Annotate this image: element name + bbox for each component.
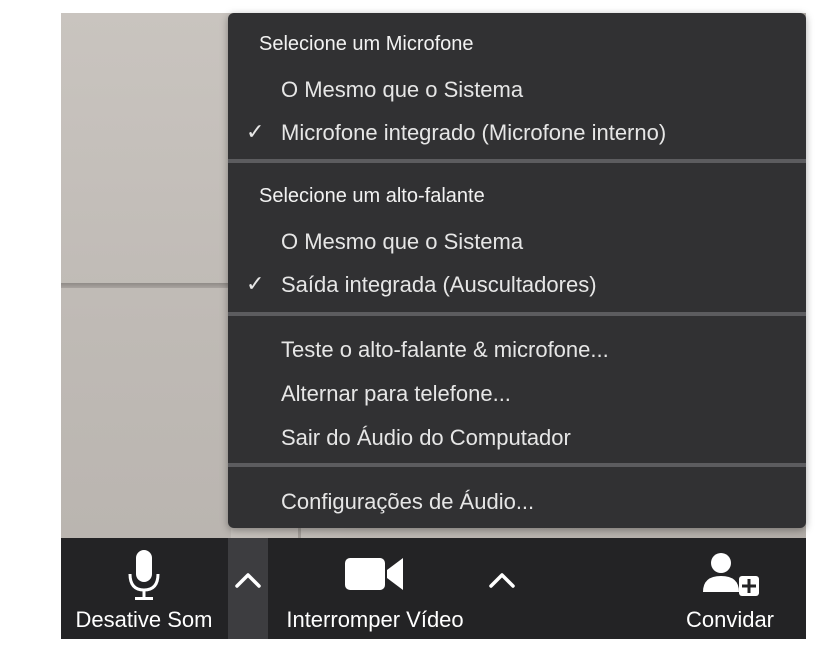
invite-label: Convidar — [685, 607, 775, 632]
audio-options-toggle[interactable] — [228, 538, 268, 639]
add-user-icon — [703, 553, 759, 596]
menu-separator — [228, 463, 806, 467]
stop-video-button[interactable]: Interromper Vídeo — [269, 538, 481, 639]
checkmark-icon: ✓ — [246, 119, 265, 144]
menu-item-leave-computer-audio[interactable]: Sair do Áudio do Computador — [281, 425, 571, 451]
invite-button[interactable]: Convidar — [671, 538, 789, 639]
video-label: Interromper Vídeo — [286, 607, 464, 632]
speaker-section-header: Selecione um alto-falante — [259, 185, 485, 207]
video-background-left — [61, 13, 231, 538]
microphone-icon — [128, 550, 160, 600]
chevron-up-icon — [235, 573, 261, 588]
menu-item-mic-same-as-system[interactable]: O Mesmo que o Sistema — [281, 77, 523, 103]
menu-separator — [228, 312, 806, 316]
menu-separator — [228, 159, 806, 163]
menu-item-audio-settings[interactable]: Configurações de Áudio... — [281, 489, 534, 515]
audio-options-menu: Selecione um Microfone O Mesmo que o Sis… — [228, 13, 806, 528]
video-camera-icon — [345, 558, 403, 590]
menu-item-test-audio[interactable]: Teste o alto-falante & microfone... — [281, 337, 609, 363]
microphone-section-header: Selecione um Microfone — [259, 33, 474, 55]
video-options-toggle[interactable] — [482, 538, 522, 639]
menu-item-speaker-integrated[interactable]: Saída integrada (Auscultadores) — [281, 272, 597, 298]
checkmark-icon: ✓ — [246, 271, 265, 296]
chevron-up-icon — [489, 573, 515, 588]
menu-item-mic-integrated[interactable]: Microfone integrado (Microfone interno) — [281, 120, 666, 146]
mute-button[interactable]: Desative Som — [61, 538, 227, 639]
meeting-toolbar: Desative Som Interromper Vídeo Convidar — [61, 538, 806, 639]
menu-item-switch-to-phone[interactable]: Alternar para telefone... — [281, 381, 511, 407]
mute-label: Desative Som — [75, 607, 213, 632]
menu-item-speaker-same-as-system[interactable]: O Mesmo que o Sistema — [281, 229, 523, 255]
